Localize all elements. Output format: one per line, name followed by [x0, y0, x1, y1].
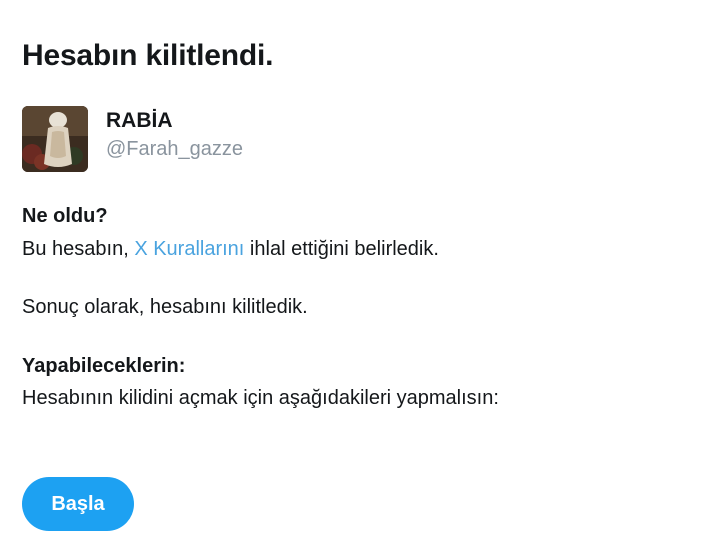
avatar	[22, 106, 88, 172]
locked-account-page: Hesabın kilitlendi. RABİA @Farah_gazze N…	[22, 0, 702, 556]
page-title: Hesabın kilitlendi.	[22, 39, 274, 72]
account-handle: @Farah_gazze	[106, 138, 244, 160]
profile-photo-icon	[22, 106, 88, 172]
next-steps-heading: Yapabileceklerin:	[22, 355, 186, 377]
start-button[interactable]: Başla	[22, 477, 134, 531]
display-name: RABİA	[106, 109, 173, 132]
next-steps-message: Hesabının kilidini açmak için aşağıdakil…	[22, 387, 499, 409]
violation-message: Bu hesabın, X Kurallarını ihlal ettiğini…	[22, 236, 439, 262]
violation-text-start: Bu hesabın,	[22, 238, 135, 260]
x-rules-link[interactable]: X Kurallarını	[134, 238, 244, 260]
result-message: Sonuç olarak, hesabını kilitledik.	[22, 296, 308, 318]
violation-text-end: ihlal ettiğini belirledik.	[244, 238, 439, 260]
account-profile: RABİA @Farah_gazze	[22, 106, 682, 174]
what-happened-heading: Ne oldu?	[22, 205, 108, 227]
